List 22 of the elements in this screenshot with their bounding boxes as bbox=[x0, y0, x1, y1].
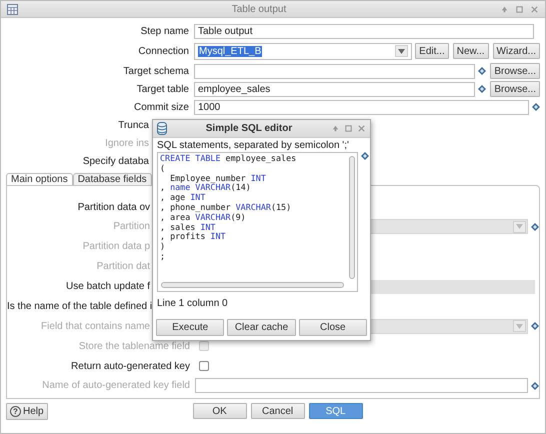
field-label: Target table bbox=[136, 84, 190, 94]
editor-hint: SQL statements, separated by semicolon ';' bbox=[156, 139, 350, 152]
field-label: Ignore ins bbox=[104, 138, 149, 148]
field-label: Store the tablename field bbox=[78, 340, 191, 352]
field-label: Partition data p bbox=[82, 241, 150, 252]
field-label: Is the name of the table defined i bbox=[7, 300, 150, 312]
field-label: Specify databa bbox=[82, 156, 149, 166]
field-label: Trunca bbox=[117, 120, 149, 130]
window-title: Table output bbox=[230, 4, 288, 14]
field-label: Return auto-generated key bbox=[70, 360, 191, 372]
field-label: Use batch update f bbox=[65, 281, 150, 292]
field-label: Connection bbox=[137, 46, 190, 56]
field-label: Target schema bbox=[122, 66, 190, 76]
field-label: Partition bbox=[112, 221, 150, 232]
cursor-position: Line 1 column 0 bbox=[156, 297, 229, 311]
field-label: Partition data ov bbox=[76, 202, 150, 212]
field-label: Commit size bbox=[132, 102, 190, 112]
field-label: Field that contains name bbox=[40, 320, 150, 332]
field-label: Step name bbox=[140, 26, 190, 36]
field-label: Partition dat bbox=[96, 261, 150, 272]
dialog-title: Simple SQL editor bbox=[204, 123, 294, 134]
field-label: Name of auto-generated key field bbox=[41, 380, 191, 392]
